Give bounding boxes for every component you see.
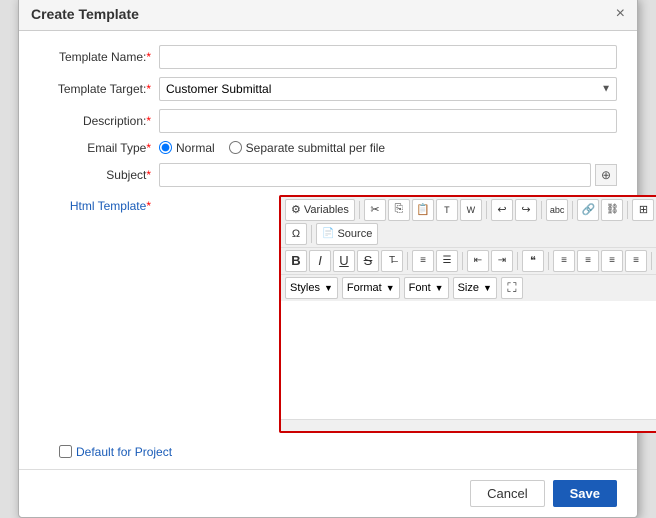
template-name-input[interactable] [159,45,617,69]
default-project-row: Default for Project [39,445,617,459]
dialog-body: Template Name:* Template Target:* Custom… [19,31,637,469]
template-name-label: Template Name:* [39,50,159,64]
toolbar-row-3: Styles ▼ Format ▼ Font ▼ Size [281,275,656,301]
email-type-row: Email Type* Normal Separate submittal pe… [39,141,617,155]
ordered-list-button[interactable]: ≡ [412,250,434,272]
format-arrow-icon: ▼ [386,283,395,293]
description-label: Description:* [39,114,159,128]
indent-button[interactable]: ⇥ [491,250,513,272]
size-dropdown[interactable]: Size ▼ [453,277,497,299]
styles-dropdown[interactable]: Styles ▼ [285,277,338,299]
save-button[interactable]: Save [553,480,617,507]
editor-content-area[interactable] [281,301,656,431]
outdent-button[interactable]: ⇤ [467,250,489,272]
editor-body[interactable] [281,301,656,431]
close-button[interactable]: × [616,6,625,22]
paste-text-button[interactable]: T [436,199,458,221]
toolbar-separator-4 [572,201,573,219]
create-template-dialog: Create Template × Template Name:* Templa… [18,0,638,518]
table-button[interactable]: ⊞ [632,199,654,221]
font-dropdown[interactable]: Font ▼ [404,277,449,299]
cut-button[interactable]: ✂ [364,199,386,221]
template-target-select[interactable]: Customer Submittal [159,77,617,101]
blockquote-button[interactable]: ❝ [522,250,544,272]
toolbar-row-2: B I U S T̶ ≡ ☰ ⇤ ⇥ ❝ ≡ [281,248,656,275]
source-icon: 📄 [322,228,334,239]
toolbar-separator-10 [548,252,549,270]
radio-normal-label[interactable]: Normal [159,141,215,155]
subject-expand-button[interactable]: ⊕ [595,164,617,186]
align-left-button[interactable]: ≡ [553,250,575,272]
subject-input-wrapper [159,163,591,187]
underline-button[interactable]: U [333,250,355,272]
size-arrow-icon: ▼ [483,283,492,293]
italic-button[interactable]: I [309,250,331,272]
cancel-button[interactable]: Cancel [470,480,544,507]
variables-icon: ⚙ [291,203,301,216]
toolbar-separator-3 [541,201,542,219]
unordered-list-button[interactable]: ☰ [436,250,458,272]
editor-wrapper: ⚙ Variables ✂ ⎘ 📋 T W ↩ ↪ abc [159,195,656,437]
description-input[interactable] [159,109,617,133]
email-type-radio-group: Normal Separate submittal per file [159,141,385,155]
radio-separate-label[interactable]: Separate submittal per file [229,141,385,155]
format-dropdown[interactable]: Format ▼ [342,277,400,299]
toolbar-separator-6 [311,225,312,243]
default-project-checkbox[interactable] [59,445,72,458]
html-template-row: Html Template* ⚙ Variables ✂ ⎘ 📋 T [39,195,617,437]
radio-separate[interactable] [229,141,242,154]
subject-label: Subject* [39,168,159,182]
source-button[interactable]: 📄 Source [316,223,378,245]
strikethrough-button[interactable]: S [357,250,379,272]
template-name-row: Template Name:* [39,45,617,69]
subject-input[interactable] [159,163,591,187]
template-target-select-wrapper: Customer Submittal ▼ [159,77,617,101]
toolbar-separator-5 [627,201,628,219]
dialog-footer: Cancel Save [19,469,637,517]
unlink-button[interactable]: ⛓ [601,199,623,221]
maximize-button[interactable]: ⛶ [501,277,523,299]
subject-row: Subject* ⊕ [39,163,617,187]
font-arrow-icon: ▼ [435,283,444,293]
align-justify-button[interactable]: ≡ [625,250,647,272]
find-replace-button[interactable]: abc [546,199,569,221]
horizontal-scrollbar[interactable] [281,419,656,431]
special-char-button[interactable]: Ω [285,223,307,245]
bold-button[interactable]: B [285,250,307,272]
align-center-button[interactable]: ≡ [577,250,599,272]
toolbar-row-1: ⚙ Variables ✂ ⎘ 📋 T W ↩ ↪ abc [281,197,656,248]
toolbar-separator-11 [651,252,652,270]
link-button[interactable]: 🔗 [577,199,599,221]
description-row: Description:* [39,109,617,133]
styles-arrow-icon: ▼ [324,283,333,293]
paste-word-button[interactable]: W [460,199,482,221]
undo-button[interactable]: ↩ [491,199,513,221]
align-right-button[interactable]: ≡ [601,250,623,272]
template-target-row: Template Target:* Customer Submittal ▼ [39,77,617,101]
template-target-label: Template Target:* [39,82,159,96]
toolbar-separator-9 [517,252,518,270]
editor-container: ⚙ Variables ✂ ⎘ 📋 T W ↩ ↪ abc [279,195,656,433]
variables-button[interactable]: ⚙ Variables [285,199,355,221]
toolbar-separator-7 [407,252,408,270]
paste-button[interactable]: 📋 [412,199,434,221]
radio-normal[interactable] [159,141,172,154]
copy-button[interactable]: ⎘ [388,199,410,221]
default-project-label[interactable]: Default for Project [59,445,172,459]
toolbar-separator-8 [462,252,463,270]
toolbar-separator-1 [359,201,360,219]
remove-format-button[interactable]: T̶ [381,250,403,272]
toolbar-separator-2 [486,201,487,219]
dialog-title-bar: Create Template × [19,0,637,31]
email-type-label: Email Type* [39,141,159,155]
redo-button[interactable]: ↪ [515,199,537,221]
html-template-label: Html Template* [39,195,159,213]
dialog-title: Create Template [31,6,139,22]
